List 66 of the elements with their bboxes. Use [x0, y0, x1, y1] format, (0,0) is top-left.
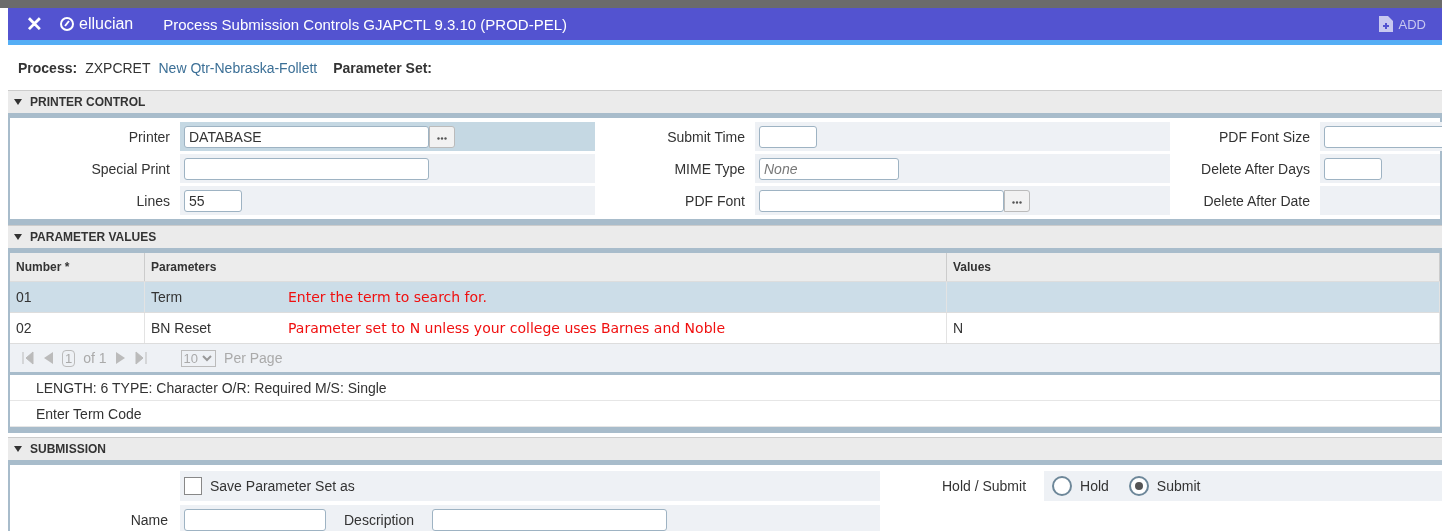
column-header[interactable]: Parameters — [145, 253, 947, 281]
text-field[interactable] — [184, 157, 429, 180]
ellipsis-icon — [437, 137, 447, 140]
column-header[interactable]: Values — [947, 253, 1440, 281]
column-header[interactable]: Number * — [10, 253, 145, 281]
radio-button[interactable] — [1128, 476, 1149, 496]
field-label: Lines — [135, 192, 170, 209]
annotation-text: Enter the term to search for. — [288, 289, 488, 305]
lookup-button[interactable] — [1004, 189, 1030, 212]
collapse-icon[interactable] — [14, 99, 22, 105]
page-count: of 1 — [83, 350, 107, 366]
first-page-icon[interactable] — [22, 351, 34, 365]
logo-icon — [60, 17, 74, 31]
field-label: Printer — [127, 128, 170, 145]
logo-text: ellucian — [79, 15, 134, 33]
annotation-text: Parameter set to N unless your college uses Barnes and Noble — [288, 320, 726, 336]
parameter-info-text: Enter Term Code — [10, 401, 1440, 427]
checkbox[interactable] — [184, 477, 202, 495]
radio-label: Hold — [1080, 478, 1109, 494]
process-code: ZXPCRET — [85, 59, 151, 76]
process-label: Process: — [18, 59, 78, 76]
text-field[interactable] — [1324, 157, 1382, 180]
text-field[interactable] — [759, 189, 1004, 212]
text-field[interactable] — [184, 509, 326, 531]
table-cell: Term — [151, 289, 183, 305]
previous-page-icon[interactable] — [42, 351, 54, 365]
table-cell: 02 — [10, 313, 145, 343]
field-label: Special Print — [90, 160, 170, 177]
field-label: PDF Font Size — [1217, 128, 1310, 145]
text-field[interactable]: 55 — [184, 189, 242, 212]
collapse-icon[interactable] — [14, 234, 22, 240]
text-field[interactable] — [1324, 125, 1442, 148]
checkbox-label: Save Parameter Set as — [210, 478, 355, 494]
text-field[interactable]: DATABASE — [184, 125, 429, 148]
close-button[interactable]: ✕ — [8, 11, 60, 37]
next-page-icon[interactable] — [114, 351, 127, 365]
text-field[interactable]: None — [759, 157, 899, 180]
radio-label: Submit — [1156, 478, 1201, 494]
text-field[interactable] — [432, 509, 668, 531]
add-document-icon — [1378, 16, 1393, 32]
field-label: Name — [129, 512, 169, 528]
section-header[interactable]: PARAMETER VALUES — [8, 225, 1442, 253]
ellipsis-icon — [1012, 201, 1022, 204]
add-button[interactable]: ADD — [1372, 15, 1432, 33]
last-page-icon[interactable] — [134, 351, 147, 365]
lookup-button[interactable] — [429, 125, 455, 148]
field-label: MIME Type — [673, 160, 745, 177]
field-label: Submit Time — [666, 128, 745, 145]
parameter-info-text: LENGTH: 6 TYPE: Character O/R: Required M/S: Single — [10, 375, 1440, 401]
field-label: PDF Font — [684, 192, 745, 209]
collapse-icon[interactable] — [14, 446, 22, 452]
table-cell: BN Reset — [151, 320, 211, 336]
field-label: Hold / Submit — [942, 478, 1027, 494]
field-label: Delete After Days — [1200, 160, 1310, 177]
text-field[interactable] — [759, 125, 817, 148]
field-label: Delete After Date — [1202, 192, 1310, 209]
table-cell: 01 — [10, 282, 145, 312]
process-name-link[interactable]: New Qtr-Nebraska-Follett — [158, 59, 318, 76]
section-header[interactable]: SUBMISSION — [8, 437, 1442, 465]
per-page-label: Per Page — [224, 350, 283, 366]
field-label: Description — [344, 512, 415, 528]
window-title: Process Submission Controls GJAPCTL 9.3.10 (PROD-PEL) — [163, 15, 568, 33]
parameter-set-label: Parameter Set: — [333, 59, 433, 76]
section-header[interactable]: PRINTER CONTROL — [8, 90, 1442, 118]
radio-button[interactable] — [1052, 476, 1073, 496]
table-cell: N — [947, 313, 1440, 343]
